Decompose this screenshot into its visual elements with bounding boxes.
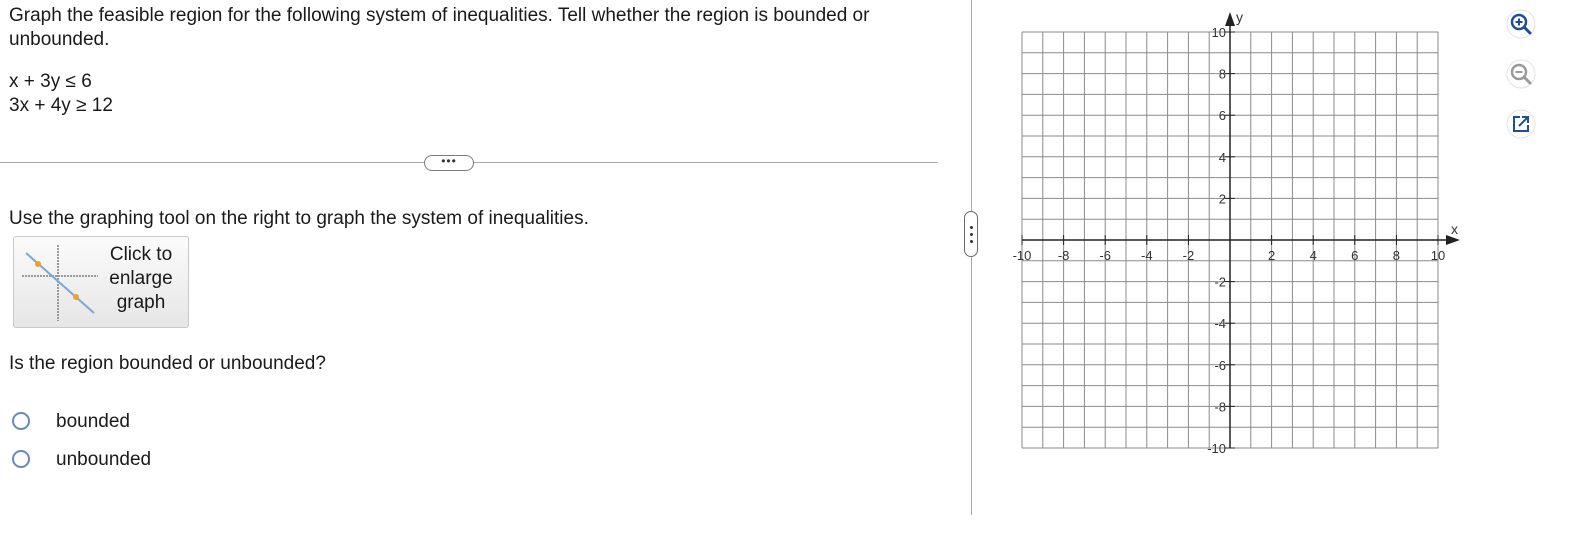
- y-tick-label: 4: [1219, 150, 1226, 165]
- popout-icon: [1506, 109, 1536, 139]
- x-tick-label: -8: [1058, 248, 1070, 263]
- y-tick-label: -2: [1214, 275, 1226, 290]
- instruction-text: Use the graphing tool on the right to gr…: [9, 208, 589, 229]
- zoom-in-button[interactable]: [1505, 8, 1537, 40]
- expand-button[interactable]: •••: [424, 155, 474, 171]
- question-pane: Graph the feasible region for the follow…: [0, 0, 940, 560]
- y-tick-label: 10: [1212, 25, 1226, 40]
- question-prompt: Graph the feasible region for the follow…: [9, 5, 870, 50]
- x-tick-label: 4: [1310, 248, 1317, 263]
- graph-thumbnail-icon: [22, 245, 98, 321]
- x-tick-label: -10: [1013, 248, 1032, 263]
- enlarge-graph-label: Click to enlarge graph: [109, 244, 173, 313]
- x-tick-label: 8: [1393, 248, 1400, 263]
- zoom-out-icon: [1506, 59, 1536, 89]
- radio-unbounded[interactable]: [12, 450, 30, 468]
- y-tick-label: 6: [1219, 108, 1226, 123]
- y-tick-label: -4: [1214, 316, 1226, 331]
- zoom-out-button[interactable]: [1505, 58, 1537, 90]
- y-tick-label: -10: [1207, 441, 1226, 456]
- zoom-in-icon: [1506, 9, 1536, 39]
- radio-bounded[interactable]: [12, 412, 30, 430]
- pane-splitter[interactable]: [971, 0, 972, 515]
- y-axis-arrow: [1225, 12, 1235, 26]
- x-tick-label: -4: [1141, 248, 1153, 263]
- x-tick-label: 6: [1351, 248, 1358, 263]
- y-axis-label: y: [1236, 9, 1243, 25]
- inequality-2: 3x + 4y ≥ 12: [9, 95, 113, 116]
- enlarge-graph-button[interactable]: Click to enlarge graph: [13, 236, 189, 328]
- inequality-1: x + 3y ≤ 6: [9, 71, 92, 92]
- x-tick-label: 2: [1268, 248, 1275, 263]
- sub-question: Is the region bounded or unbounded?: [9, 353, 326, 374]
- graph-canvas[interactable]: -10 -8 -6 -4 -2 2 4 6 8 10 10 8 6 4 2 -2 -4 -6 -8 -10 x y: [1010, 5, 1460, 475]
- option-unbounded-label: unbounded: [56, 449, 152, 470]
- x-tick-label: -6: [1099, 248, 1111, 263]
- x-axis-label: x: [1451, 221, 1458, 237]
- popout-button[interactable]: [1505, 108, 1537, 140]
- splitter-handle[interactable]: [964, 211, 978, 257]
- option-bounded-label: bounded: [56, 411, 130, 432]
- axes: [1022, 12, 1460, 448]
- x-tick-label: -2: [1183, 248, 1195, 263]
- x-tick-label: 10: [1431, 248, 1445, 263]
- y-tick-label: -6: [1214, 358, 1226, 373]
- y-tick-label: -8: [1214, 399, 1226, 414]
- y-tick-label: 8: [1219, 67, 1226, 82]
- y-tick-label: 2: [1219, 191, 1226, 206]
